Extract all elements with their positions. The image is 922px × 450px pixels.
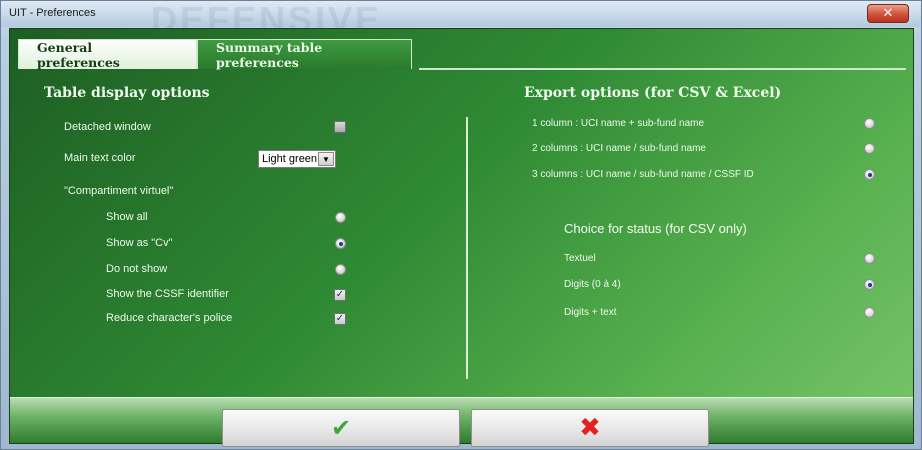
main-text-color-label: Main text color (64, 152, 136, 164)
export-option-3-radio[interactable] (864, 169, 875, 180)
preferences-window: UIT - Preferences DEFENSIVE ✕ General pr… (0, 0, 922, 450)
close-button[interactable]: ✕ (867, 4, 909, 23)
status-digits-text-radio[interactable] (864, 307, 875, 318)
show-all-radio[interactable] (335, 212, 346, 223)
cancel-button[interactable]: ✖ (471, 409, 709, 447)
status-digits-label: Digits (0 à 4) (564, 279, 621, 290)
reduce-police-checkbox[interactable]: ✓ (334, 313, 346, 325)
do-not-show-label: Do not show (106, 263, 168, 275)
close-icon: ✕ (882, 6, 894, 21)
show-cssf-checkbox[interactable]: ✓ (334, 289, 346, 301)
detached-window-label: Detached window (64, 121, 151, 133)
main-text-color-value: Light green (262, 153, 318, 165)
status-textuel-radio[interactable] (864, 253, 875, 264)
ok-button[interactable]: ✔ (222, 409, 460, 447)
detached-window-checkbox[interactable] (334, 121, 346, 133)
show-cssf-label: Show the CSSF identifier (106, 288, 229, 300)
show-all-label: Show all (106, 211, 148, 223)
status-textuel-label: Textuel (564, 253, 596, 264)
show-as-cv-radio[interactable] (335, 238, 346, 249)
export-option-2-radio[interactable] (864, 143, 875, 154)
export-option-1-radio[interactable] (864, 118, 875, 129)
status-digits-text-label: Digits + text (564, 307, 617, 318)
tab-general-preferences[interactable]: General preferences (18, 39, 197, 70)
table-display-title: Table display options (44, 85, 210, 101)
chevron-down-icon[interactable]: ▼ (318, 152, 334, 166)
action-bar: ✔ ✖ (10, 397, 913, 447)
status-digits-radio[interactable] (864, 279, 875, 290)
show-as-cv-label: Show as "Cv" (106, 237, 173, 249)
status-choice-title: Choice for status (for CSV only) (564, 221, 747, 236)
export-option-3-label: 3 columns : UCI name / sub-fund name / C… (532, 169, 754, 180)
checkmark-icon: ✓ (335, 313, 345, 324)
title-bar[interactable]: UIT - Preferences DEFENSIVE ✕ (1, 0, 921, 40)
export-option-1-label: 1 column : UCI name + sub-fund name (532, 118, 705, 129)
window-title: UIT - Preferences (9, 7, 96, 19)
compartiment-virtuel-label: "Compartiment virtuel" (64, 185, 174, 197)
export-option-2-label: 2 columns : UCI name / sub-fund name (532, 143, 706, 154)
do-not-show-radio[interactable] (335, 264, 346, 275)
tab-underline (419, 68, 906, 70)
checkmark-icon: ✓ (335, 289, 345, 300)
preferences-panel: General preferences Summary table prefer… (9, 28, 914, 447)
export-options-title: Export options (for CSV & Excel) (524, 85, 782, 101)
main-text-color-select[interactable]: Light green ▼ (258, 150, 336, 168)
reduce-police-label: Reduce character's police (106, 312, 233, 324)
tab-strip: General preferences Summary table prefer… (18, 39, 412, 70)
checkmark-icon: ✔ (330, 414, 352, 442)
tab-summary-table-preferences[interactable]: Summary table preferences (197, 39, 412, 70)
red-x-icon: ✖ (579, 413, 601, 443)
section-divider (466, 117, 468, 379)
